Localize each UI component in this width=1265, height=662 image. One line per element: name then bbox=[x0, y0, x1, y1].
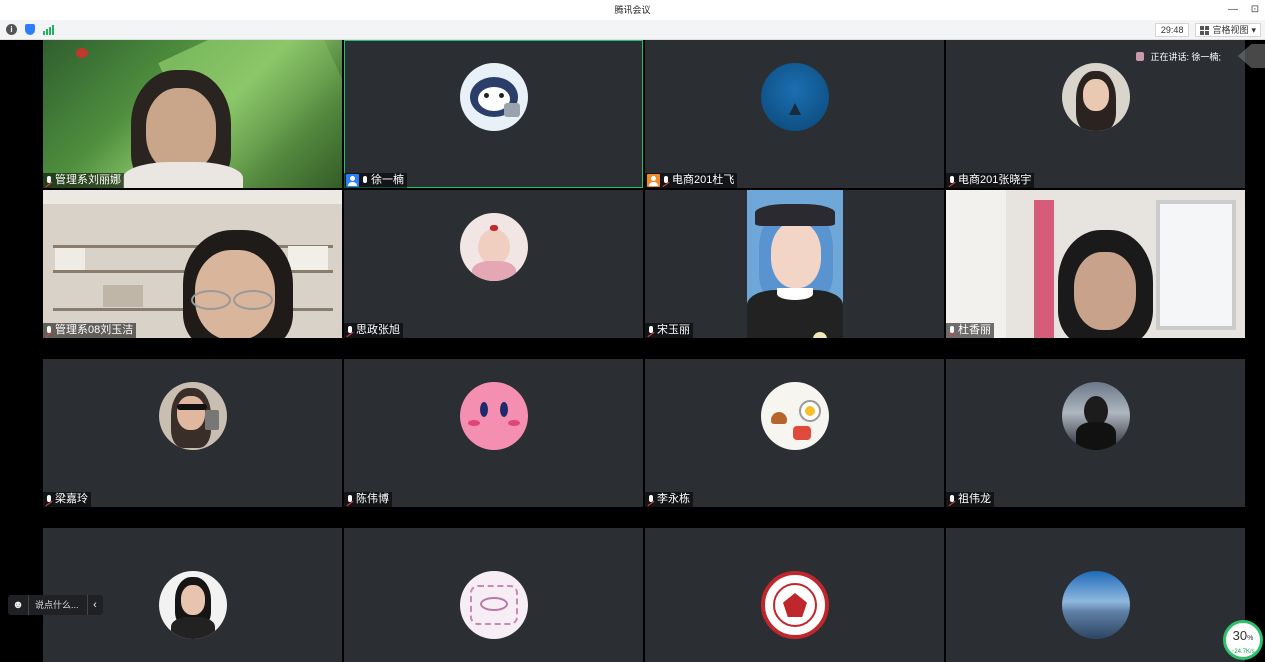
mic-muted-icon bbox=[45, 175, 53, 186]
participant-name-bar: 陈伟博 bbox=[344, 492, 392, 507]
chat-quick-input[interactable]: ☻ 说点什么... ‹ bbox=[8, 595, 103, 615]
meeting-toolbar: i 29:48 宫格视图 ▾ bbox=[0, 20, 1265, 40]
mic-muted-icon bbox=[647, 494, 655, 505]
participant-name-bar: 思政张旭 bbox=[344, 323, 403, 338]
participant-name-bar: 管理系08刘玉洁 bbox=[43, 323, 137, 338]
mic-on-icon bbox=[361, 175, 369, 186]
participant-name-bar: 宋玉丽 bbox=[645, 323, 693, 338]
meeting-timer: 29:48 bbox=[1154, 23, 1190, 37]
avatar bbox=[761, 63, 829, 131]
mic-muted-icon bbox=[346, 325, 354, 336]
network-percent-line: 30% bbox=[1226, 626, 1260, 649]
participant-video bbox=[43, 190, 342, 338]
participant-tile[interactable]: 梁嘉玲 bbox=[43, 359, 342, 507]
participant-tile[interactable]: 管理系刘丽娜 bbox=[43, 40, 342, 188]
participant-tile[interactable]: 思政张旭 bbox=[344, 190, 643, 338]
participant-name: 电商201张晓宇 bbox=[958, 174, 1032, 186]
info-icon[interactable]: i bbox=[6, 24, 17, 35]
participant-name: 电商201杜飞 bbox=[672, 174, 735, 186]
participant-name: 杜香丽 bbox=[958, 324, 991, 336]
avatar bbox=[460, 213, 528, 281]
security-shield-icon[interactable] bbox=[25, 24, 35, 35]
participant-name-bar: 电商201张晓宇 bbox=[946, 173, 1035, 188]
avatar bbox=[159, 382, 227, 450]
host-icon bbox=[346, 174, 359, 187]
participant-tile[interactable]: 陈伟博 bbox=[344, 359, 643, 507]
participant-name: 宋玉丽 bbox=[657, 324, 690, 336]
network-speed: ↑24.7K/s bbox=[1231, 649, 1255, 655]
mic-muted-icon bbox=[647, 325, 655, 336]
mic-muted-icon bbox=[45, 325, 53, 336]
mic-muted-icon bbox=[346, 494, 354, 505]
mic-muted-icon bbox=[45, 494, 53, 505]
avatar bbox=[159, 571, 227, 639]
participant-tile[interactable] bbox=[645, 528, 944, 662]
window-title: 腾讯会议 bbox=[614, 5, 651, 15]
grid-view-icon bbox=[1200, 25, 1210, 35]
participant-tile[interactable]: 徐一楠 bbox=[344, 40, 643, 188]
network-percent: 30 bbox=[1232, 628, 1248, 643]
minimize-button[interactable]: — bbox=[1227, 0, 1239, 20]
avatar bbox=[1062, 63, 1130, 131]
emoji-icon[interactable]: ☻ bbox=[8, 599, 28, 611]
participant-tile[interactable]: 电商201杜飞 bbox=[645, 40, 944, 188]
network-percent-unit: % bbox=[1247, 635, 1254, 642]
mic-muted-icon bbox=[948, 325, 956, 336]
participant-name: 祖伟龙 bbox=[958, 493, 991, 505]
speaking-label: 正在讲话: 徐一楠; bbox=[1150, 52, 1221, 62]
chat-input[interactable]: 说点什么... bbox=[28, 595, 87, 615]
participant-tile[interactable]: 杜香丽 bbox=[946, 190, 1245, 338]
participant-name: 陈伟博 bbox=[356, 493, 389, 505]
participant-name-bar: 杜香丽 bbox=[946, 323, 994, 338]
participant-video bbox=[43, 40, 342, 188]
signal-icon[interactable] bbox=[43, 24, 54, 35]
mic-muted-icon bbox=[948, 494, 956, 505]
participant-name: 管理系08刘玉洁 bbox=[55, 324, 134, 336]
mic-muted-icon bbox=[948, 175, 956, 186]
toolbar-status-icons: i bbox=[6, 24, 54, 35]
participant-name: 李永栋 bbox=[657, 493, 690, 505]
participant-name-bar: 祖伟龙 bbox=[946, 492, 994, 507]
network-meter[interactable]: 30% ↑24.7K/s bbox=[1223, 620, 1263, 660]
participant-tile[interactable] bbox=[344, 528, 643, 662]
avatar bbox=[460, 63, 528, 131]
speaking-indicator: 正在讲话: 徐一楠; bbox=[1136, 50, 1221, 63]
participant-name: 管理系刘丽娜 bbox=[55, 174, 121, 186]
mic-muted-icon bbox=[662, 175, 670, 186]
view-mode-button[interactable]: 宫格视图 ▾ bbox=[1195, 23, 1261, 37]
restore-button[interactable]: ⊡ bbox=[1249, 0, 1261, 20]
participant-tile[interactable]: 李永栋 bbox=[645, 359, 944, 507]
avatar bbox=[1062, 571, 1130, 639]
avatar bbox=[761, 571, 829, 639]
participant-video bbox=[747, 190, 843, 338]
participant-name-bar: 管理系刘丽娜 bbox=[43, 173, 124, 188]
participant-tile[interactable]: 祖伟龙 bbox=[946, 359, 1245, 507]
window-controls: — ⊡ bbox=[1227, 0, 1261, 20]
cohost-icon bbox=[647, 174, 660, 187]
participant-grid: 管理系刘丽娜 徐一楠 电商201杜飞 电商201张晓宇 管理系08刘玉洁 思政张… bbox=[43, 40, 1246, 662]
participant-tile[interactable] bbox=[946, 528, 1245, 662]
participant-name-bar: 梁嘉玲 bbox=[43, 492, 91, 507]
chevron-down-icon: ▾ bbox=[1251, 25, 1256, 35]
toolbar-right: 29:48 宫格视图 ▾ bbox=[1154, 23, 1261, 37]
participant-name-bar: 电商201杜飞 bbox=[645, 173, 738, 188]
avatar bbox=[460, 382, 528, 450]
title-bar: 腾讯会议 — ⊡ bbox=[0, 0, 1265, 20]
view-mode-label: 宫格视图 bbox=[1212, 25, 1249, 35]
participant-name-bar: 李永栋 bbox=[645, 492, 693, 507]
participant-name: 思政张旭 bbox=[356, 324, 400, 336]
meeting-window: 腾讯会议 — ⊡ i 29:48 宫格视图 ▾ 管理系刘丽娜 徐一楠 电商201… bbox=[0, 0, 1265, 662]
participant-name: 徐一楠 bbox=[371, 174, 404, 186]
avatar bbox=[1062, 382, 1130, 450]
participant-tile[interactable]: 宋玉丽 bbox=[645, 190, 944, 338]
participant-name: 梁嘉玲 bbox=[55, 493, 88, 505]
avatar bbox=[460, 571, 528, 639]
speaking-icon bbox=[1136, 52, 1145, 61]
chevron-left-icon[interactable]: ‹ bbox=[86, 595, 103, 615]
avatar bbox=[761, 382, 829, 450]
participant-tile[interactable]: 管理系08刘玉洁 bbox=[43, 190, 342, 338]
participant-video bbox=[946, 190, 1245, 338]
participant-name-bar: 徐一楠 bbox=[344, 173, 407, 188]
